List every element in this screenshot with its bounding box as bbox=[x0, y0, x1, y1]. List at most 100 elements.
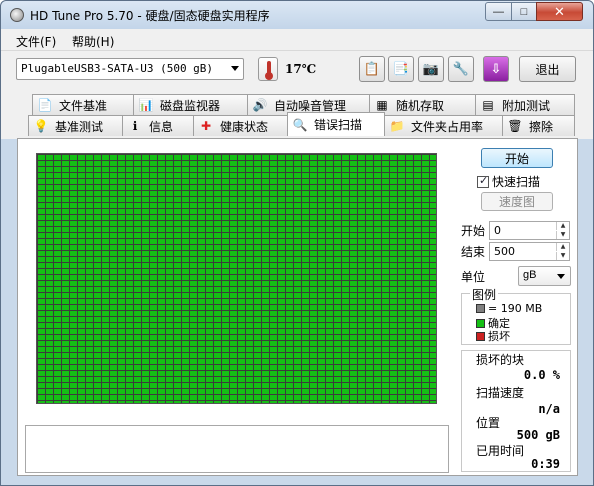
legend-box: 图例 = 190 MB 确定 损坏 bbox=[461, 286, 571, 345]
drive-select-value: PlugableUSB3-SATA-U3 (500 gB) bbox=[21, 62, 214, 75]
elapsed-time-label: 已用时间 bbox=[476, 444, 525, 458]
benchmark-icon: 💡 bbox=[33, 119, 49, 133]
camera-icon: 📷 bbox=[422, 61, 440, 76]
title-bar: HD Tune Pro 5.70 - 硬盘/固态硬盘实用程序 — □ ✕ bbox=[1, 1, 593, 29]
ok-swatch-icon bbox=[476, 319, 485, 328]
start-scan-button[interactable]: 开始 bbox=[481, 148, 553, 168]
tab-label: 随机存取 bbox=[396, 98, 445, 113]
copy-all-icon: 📑 bbox=[392, 61, 410, 76]
trash-icon: 🗑 bbox=[507, 119, 523, 133]
elapsed-time-value: 0:39 bbox=[531, 457, 560, 471]
tab-error-scan[interactable]: 🔍 错误扫描 bbox=[287, 112, 385, 136]
tab-benchmark[interactable]: 💡 基准测试 bbox=[28, 115, 123, 136]
extra-tests-icon: ▤ bbox=[482, 98, 494, 112]
legend-block-size: = 190 MB bbox=[476, 302, 542, 315]
copy-info-button[interactable]: 📋 bbox=[359, 56, 385, 82]
unit-select-value: gB bbox=[523, 269, 537, 281]
spin-up-icon[interactable]: ▲ bbox=[556, 243, 569, 251]
tab-disk-monitor[interactable]: 📊 磁盘监视器 bbox=[133, 94, 248, 115]
scan-log bbox=[25, 425, 449, 473]
thermometer-icon bbox=[258, 57, 278, 81]
tab-label: 错误扫描 bbox=[314, 118, 363, 132]
start-position-value: 0 bbox=[494, 224, 501, 237]
checkbox-checked-icon bbox=[477, 174, 489, 188]
unit-select[interactable]: gB bbox=[518, 266, 571, 286]
file-benchmark-icon: 📄 bbox=[37, 98, 53, 112]
tools-icon: 🔧 bbox=[452, 61, 470, 76]
spin-down-icon[interactable]: ▼ bbox=[556, 252, 569, 260]
quick-scan-label: 快速扫描 bbox=[492, 175, 541, 189]
tab-label: 健康状态 bbox=[220, 119, 269, 134]
legend-damaged-text: 损坏 bbox=[488, 330, 510, 343]
download-arrow-icon: ⇩ bbox=[490, 61, 502, 76]
tab-label: 磁盘监视器 bbox=[160, 98, 221, 113]
damaged-swatch-icon bbox=[476, 332, 485, 341]
chevron-down-icon bbox=[231, 66, 239, 71]
tab-label: 信息 bbox=[149, 119, 174, 134]
menu-help[interactable]: 帮助(H) bbox=[72, 33, 114, 50]
error-scan-panel: 开始 快速扫描 速度图 开始 0 ▲ ▼ 结束 500 ▲ ▼ 单位 gB 图例… bbox=[17, 138, 578, 476]
tab-bar: 📄 文件基准 📊 磁盘监视器 🔊 自动噪音管理 ▦ 随机存取 ▤ 附加测试 💡 … bbox=[1, 91, 593, 139]
speaker-icon: 🔊 bbox=[252, 98, 268, 112]
toolbar: PlugableUSB3-SATA-U3 (500 gB) 17℃ 📋 📑 📷 … bbox=[1, 51, 593, 91]
start-field-label: 开始 bbox=[461, 224, 486, 238]
disk-monitor-icon: 📊 bbox=[138, 98, 154, 112]
chevron-down-icon bbox=[557, 274, 565, 279]
end-position-value: 500 bbox=[494, 245, 515, 258]
legend-damaged: 损坏 bbox=[476, 328, 510, 344]
close-button[interactable]: ✕ bbox=[536, 2, 583, 21]
end-field-label: 结束 bbox=[461, 245, 486, 259]
window-title: HD Tune Pro 5.70 - 硬盘/固态硬盘实用程序 bbox=[30, 9, 270, 23]
app-window: HD Tune Pro 5.70 - 硬盘/固态硬盘实用程序 — □ ✕ 文件(… bbox=[0, 0, 594, 486]
menu-file[interactable]: 文件(F) bbox=[16, 33, 56, 50]
random-access-icon: ▦ bbox=[376, 98, 388, 112]
spin-up-icon[interactable]: ▲ bbox=[556, 222, 569, 230]
start-position-input[interactable]: 0 ▲ ▼ bbox=[489, 221, 570, 240]
copy-icon: 📋 bbox=[363, 61, 381, 76]
options-button[interactable]: 🔧 bbox=[448, 56, 474, 82]
screenshot-button[interactable]: 📷 bbox=[418, 56, 444, 82]
scan-stats-box: 损坏的块 0.0 % 扫描速度 n/a 位置 500 gB 已用时间 0:39 bbox=[461, 350, 571, 472]
save-button[interactable]: ⇩ bbox=[483, 56, 509, 82]
menu-bar: 文件(F) 帮助(H) bbox=[1, 29, 593, 51]
speed-map-button: 速度图 bbox=[481, 192, 553, 211]
maximize-button[interactable]: □ bbox=[511, 2, 537, 21]
copy-all-button[interactable]: 📑 bbox=[388, 56, 414, 82]
damaged-blocks-value: 0.0 % bbox=[523, 368, 560, 382]
legend-title: 图例 bbox=[470, 286, 499, 303]
app-disk-icon bbox=[10, 8, 24, 22]
exit-button[interactable]: 退出 bbox=[519, 56, 576, 82]
tab-label: 文件夹占用率 bbox=[411, 119, 484, 134]
end-position-input[interactable]: 500 ▲ ▼ bbox=[489, 242, 570, 261]
tab-folder-usage[interactable]: 📁 文件夹占用率 bbox=[384, 115, 503, 136]
scan-speed-label: 扫描速度 bbox=[476, 386, 525, 400]
unit-label: 单位 bbox=[461, 270, 486, 284]
quick-scan-checkbox[interactable]: 快速扫描 bbox=[477, 173, 540, 190]
legend-block-size-text: = 190 MB bbox=[488, 302, 543, 315]
position-value: 500 gB bbox=[516, 428, 560, 442]
temperature-readout: 17℃ bbox=[285, 62, 317, 76]
tab-label: 文件基准 bbox=[59, 98, 108, 113]
info-icon: ℹ bbox=[132, 119, 138, 133]
spin-down-icon[interactable]: ▼ bbox=[556, 231, 569, 239]
tab-health[interactable]: ✚ 健康状态 bbox=[193, 115, 288, 136]
minimize-button[interactable]: — bbox=[485, 2, 512, 21]
drive-select[interactable]: PlugableUSB3-SATA-U3 (500 gB) bbox=[16, 58, 244, 80]
tab-label: 擦除 bbox=[529, 119, 554, 134]
scan-block-map bbox=[36, 153, 437, 404]
folder-icon: 📁 bbox=[389, 119, 405, 133]
tab-label: 自动噪音管理 bbox=[274, 98, 347, 113]
tab-random-access[interactable]: ▦ 随机存取 bbox=[369, 94, 476, 115]
tab-label: 附加测试 bbox=[502, 98, 551, 113]
tab-info[interactable]: ℹ 信息 bbox=[122, 115, 194, 136]
tab-extra-tests[interactable]: ▤ 附加测试 bbox=[475, 94, 575, 115]
health-icon: ✚ bbox=[200, 119, 212, 133]
tab-file-benchmark[interactable]: 📄 文件基准 bbox=[32, 94, 134, 115]
block-swatch-icon bbox=[476, 304, 485, 313]
tab-erase[interactable]: 🗑 擦除 bbox=[502, 115, 575, 136]
scan-speed-value: n/a bbox=[538, 402, 560, 416]
tab-label: 基准测试 bbox=[55, 119, 104, 134]
position-label: 位置 bbox=[476, 416, 501, 430]
damaged-blocks-label: 损坏的块 bbox=[476, 353, 525, 367]
search-icon: 🔍 bbox=[292, 117, 308, 132]
